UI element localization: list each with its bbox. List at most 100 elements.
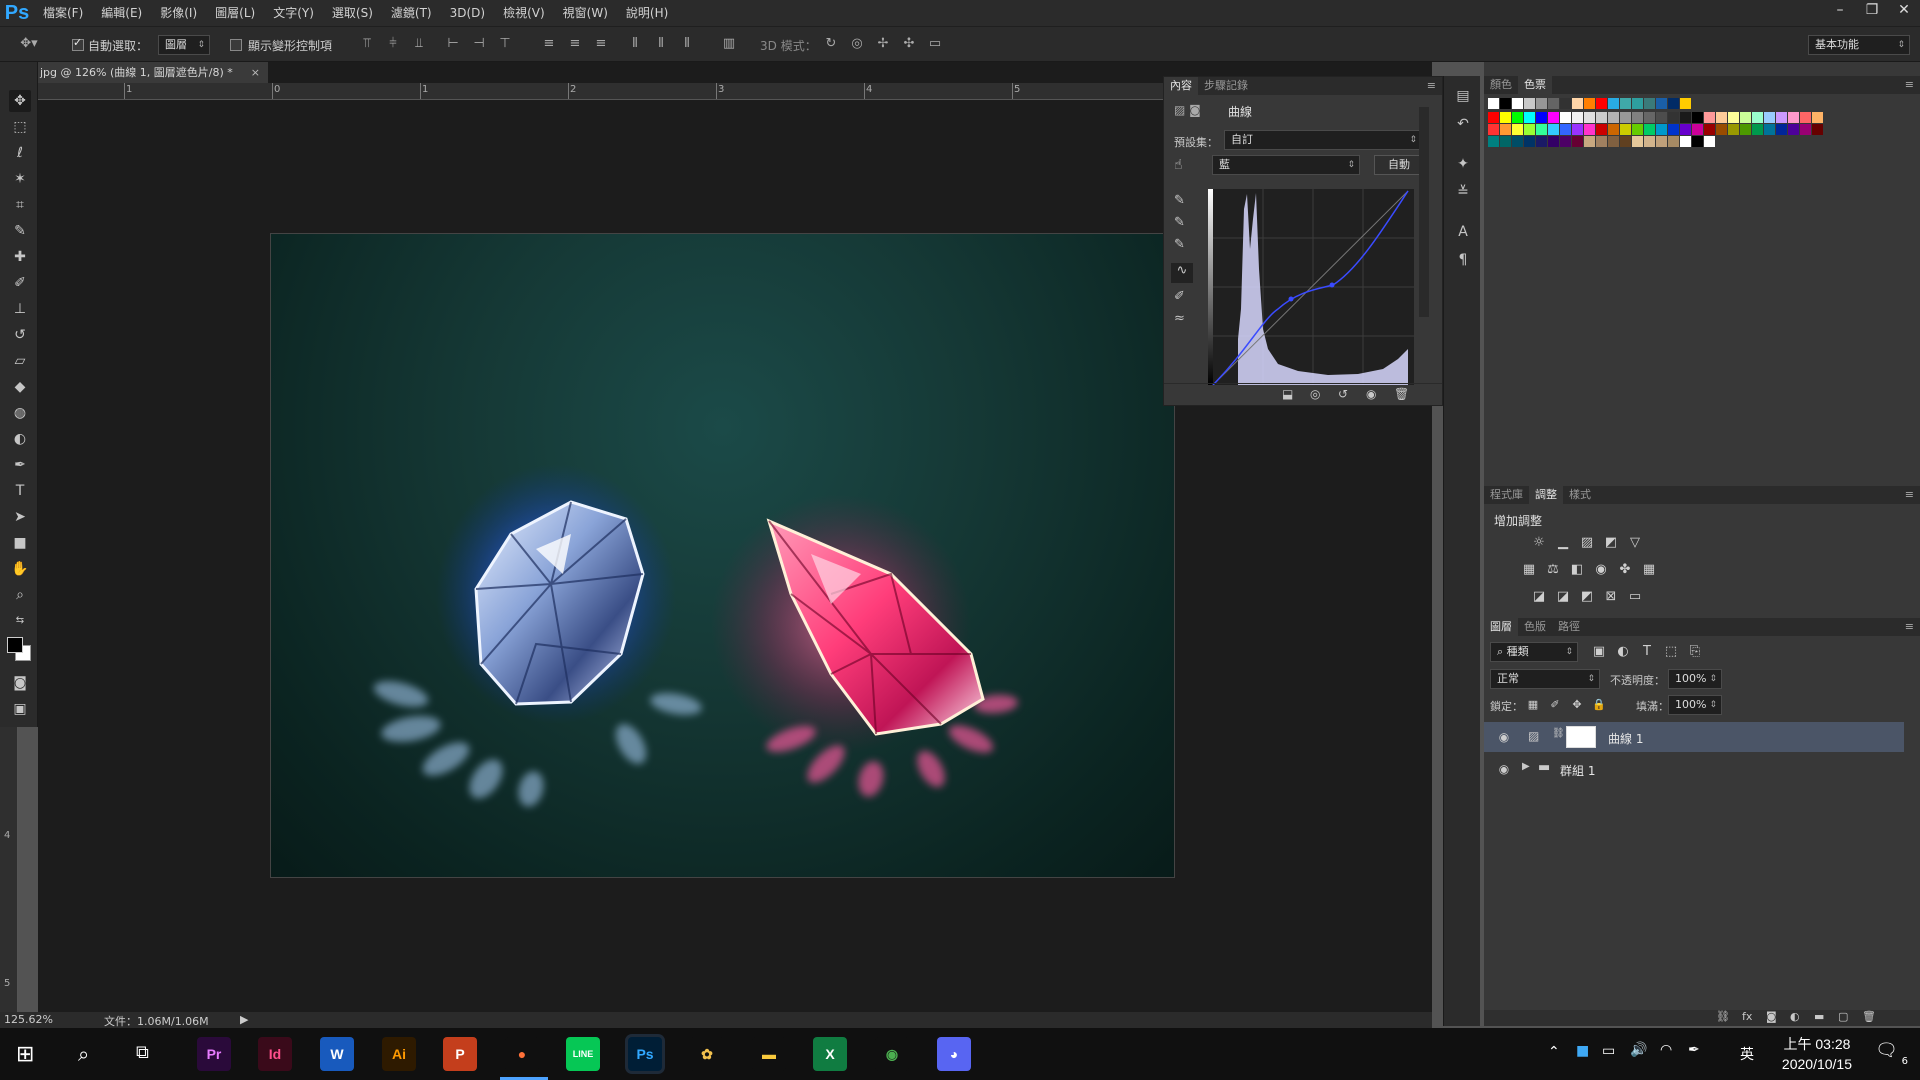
menu-layer[interactable]: 圖層(L) <box>206 0 264 26</box>
posterize-icon[interactable]: ◪ <box>1554 588 1572 606</box>
link-layers-icon[interactable]: ⛓ <box>1716 1010 1730 1023</box>
new-layer-icon[interactable]: ▢ <box>1838 1010 1848 1023</box>
menu-3d[interactable]: 3D(D) <box>441 0 494 26</box>
tab-paths[interactable]: 路徑 <box>1552 618 1586 636</box>
align-vcenter-icon[interactable]: ⫩ <box>384 35 402 53</box>
lock-position-icon[interactable]: ✥ <box>1568 696 1586 714</box>
eye-icon[interactable]: ◉ <box>1496 729 1512 745</box>
visibility-icon[interactable]: ◉ <box>1366 387 1376 401</box>
clip-to-layer-icon[interactable]: ⬓ <box>1282 387 1293 401</box>
color-swatch[interactable] <box>1608 98 1619 109</box>
vibrance-icon[interactable]: ▽ <box>1626 534 1644 552</box>
properties-dock-icon[interactable]: ▤ <box>1453 86 1473 106</box>
zoom-level[interactable]: 125.62% <box>4 1013 53 1026</box>
sample-black-icon[interactable]: ✎ <box>1174 193 1185 208</box>
color-swatch[interactable] <box>1560 124 1571 135</box>
color-swatch[interactable] <box>1524 124 1535 135</box>
color-balance-icon[interactable]: ⚖ <box>1544 561 1562 579</box>
color-swatch[interactable] <box>1656 98 1667 109</box>
color-swatch[interactable] <box>1716 124 1727 135</box>
threshold-icon[interactable]: ◩ <box>1578 588 1596 606</box>
color-swatch[interactable] <box>1644 98 1655 109</box>
color-swatch[interactable] <box>1632 124 1643 135</box>
photo-filter-icon[interactable]: ◉ <box>1592 561 1610 579</box>
auto-button[interactable]: 自動 <box>1374 155 1424 175</box>
filter-type-icon[interactable]: T <box>1638 643 1656 661</box>
menu-window[interactable]: 視窗(W) <box>554 0 617 26</box>
taskbar-app-icon[interactable]: Ai <box>382 1037 416 1071</box>
color-swatch[interactable] <box>1620 124 1631 135</box>
color-swatch[interactable] <box>1680 112 1691 123</box>
color-swatch[interactable] <box>1632 98 1643 109</box>
color-swatch[interactable] <box>1680 136 1691 147</box>
filter-shape-icon[interactable]: ⬚ <box>1662 643 1680 661</box>
layer-filter-dropdown[interactable]: ⌕ 種類 <box>1490 642 1578 662</box>
paragraph-dock-icon[interactable]: ¶ <box>1453 250 1473 270</box>
link-icon[interactable]: ⛓ <box>1552 728 1565 739</box>
color-swatch[interactable] <box>1716 112 1727 123</box>
layer-mask-thumbnail[interactable] <box>1566 726 1596 748</box>
color-swatch[interactable] <box>1524 136 1535 147</box>
color-swatch[interactable] <box>1800 112 1811 123</box>
properties-scrollbar[interactable] <box>1419 107 1429 317</box>
color-swatch[interactable] <box>1764 124 1775 135</box>
foreground-color-swatch[interactable] <box>7 637 23 653</box>
preset-dropdown[interactable]: 自訂 <box>1224 130 1422 150</box>
taskbar-app-icon[interactable]: ● <box>505 1037 539 1071</box>
color-swatch[interactable] <box>1668 124 1679 135</box>
color-swatch[interactable] <box>1752 124 1763 135</box>
color-swatch[interactable] <box>1692 124 1703 135</box>
pen-icon[interactable]: ✒ <box>1688 1042 1700 1058</box>
color-swatch[interactable] <box>1620 98 1631 109</box>
add-mask-icon[interactable]: ◙ <box>1766 1010 1777 1023</box>
system-clock[interactable]: 上午 03:28 2020/10/15 <box>1782 1034 1852 1074</box>
menu-view[interactable]: 檢視(V) <box>494 0 554 26</box>
color-swatch[interactable] <box>1488 136 1499 147</box>
distribute-left-icon[interactable]: ⫴ <box>626 35 644 53</box>
panel-menu-icon[interactable]: ≡ <box>1905 76 1920 94</box>
black-white-icon[interactable]: ◧ <box>1568 561 1586 579</box>
blur-tool-icon[interactable]: ◍ <box>9 402 31 424</box>
color-swatch[interactable] <box>1812 112 1823 123</box>
color-swatch[interactable] <box>1788 124 1799 135</box>
align-top-icon[interactable]: ⫪ <box>358 35 376 53</box>
sample-white-icon[interactable]: ✎ <box>1174 237 1185 252</box>
menu-select[interactable]: 選取(S) <box>323 0 382 26</box>
sample-gray-icon[interactable]: ✎ <box>1174 215 1185 230</box>
delete-layer-icon[interactable]: 🗑 <box>1862 1010 1876 1023</box>
panel-menu-icon[interactable]: ≡ <box>1905 618 1920 636</box>
align-left-icon[interactable]: ⊢ <box>444 35 462 53</box>
color-swatch[interactable] <box>1572 124 1583 135</box>
path-selection-icon[interactable]: ➤ <box>9 506 31 528</box>
taskbar-app-icon[interactable]: ◕ <box>937 1037 971 1071</box>
taskbar-app-icon[interactable]: Pr <box>197 1037 231 1071</box>
taskbar-app-icon[interactable]: X <box>813 1037 847 1071</box>
layer-row[interactable]: ◉ ▨ ⛓ 曲線 1 <box>1484 722 1904 752</box>
hue-saturation-icon[interactable]: ▦ <box>1520 561 1538 579</box>
history-brush-icon[interactable]: ↺ <box>9 324 31 346</box>
color-swatch[interactable] <box>1668 112 1679 123</box>
history-dock-icon[interactable]: ↶ <box>1453 114 1473 134</box>
color-swatch[interactable] <box>1512 124 1523 135</box>
color-swatch[interactable] <box>1776 124 1787 135</box>
tab-history[interactable]: 步驟記錄 <box>1198 77 1254 95</box>
color-swatch[interactable] <box>1728 124 1739 135</box>
color-swatch[interactable] <box>1632 136 1643 147</box>
hand-tool-icon[interactable]: ✋ <box>9 558 31 580</box>
close-tab-icon[interactable]: × <box>251 62 260 83</box>
color-swatch[interactable] <box>1632 112 1643 123</box>
color-swatch[interactable] <box>1764 112 1775 123</box>
menu-type[interactable]: 文字(Y) <box>264 0 323 26</box>
color-swatch[interactable] <box>1644 124 1655 135</box>
color-swatch[interactable] <box>1752 112 1763 123</box>
smooth-curve-icon[interactable]: ≈ <box>1174 311 1185 326</box>
ime-indicator[interactable]: 英 <box>1740 1044 1754 1064</box>
menu-help[interactable]: 說明(H) <box>617 0 677 26</box>
windows-start-icon[interactable]: ⊞ <box>16 1042 34 1067</box>
taskbar-app-icon[interactable]: ▬ <box>752 1037 786 1071</box>
reset-icon[interactable]: ↺ <box>1338 387 1348 401</box>
3d-slide-icon[interactable]: ✣ <box>900 35 918 53</box>
eraser-tool-icon[interactable]: ▱ <box>9 350 31 372</box>
minimize-button[interactable]: – <box>1824 0 1856 20</box>
character-dock-icon[interactable]: A <box>1453 222 1473 242</box>
